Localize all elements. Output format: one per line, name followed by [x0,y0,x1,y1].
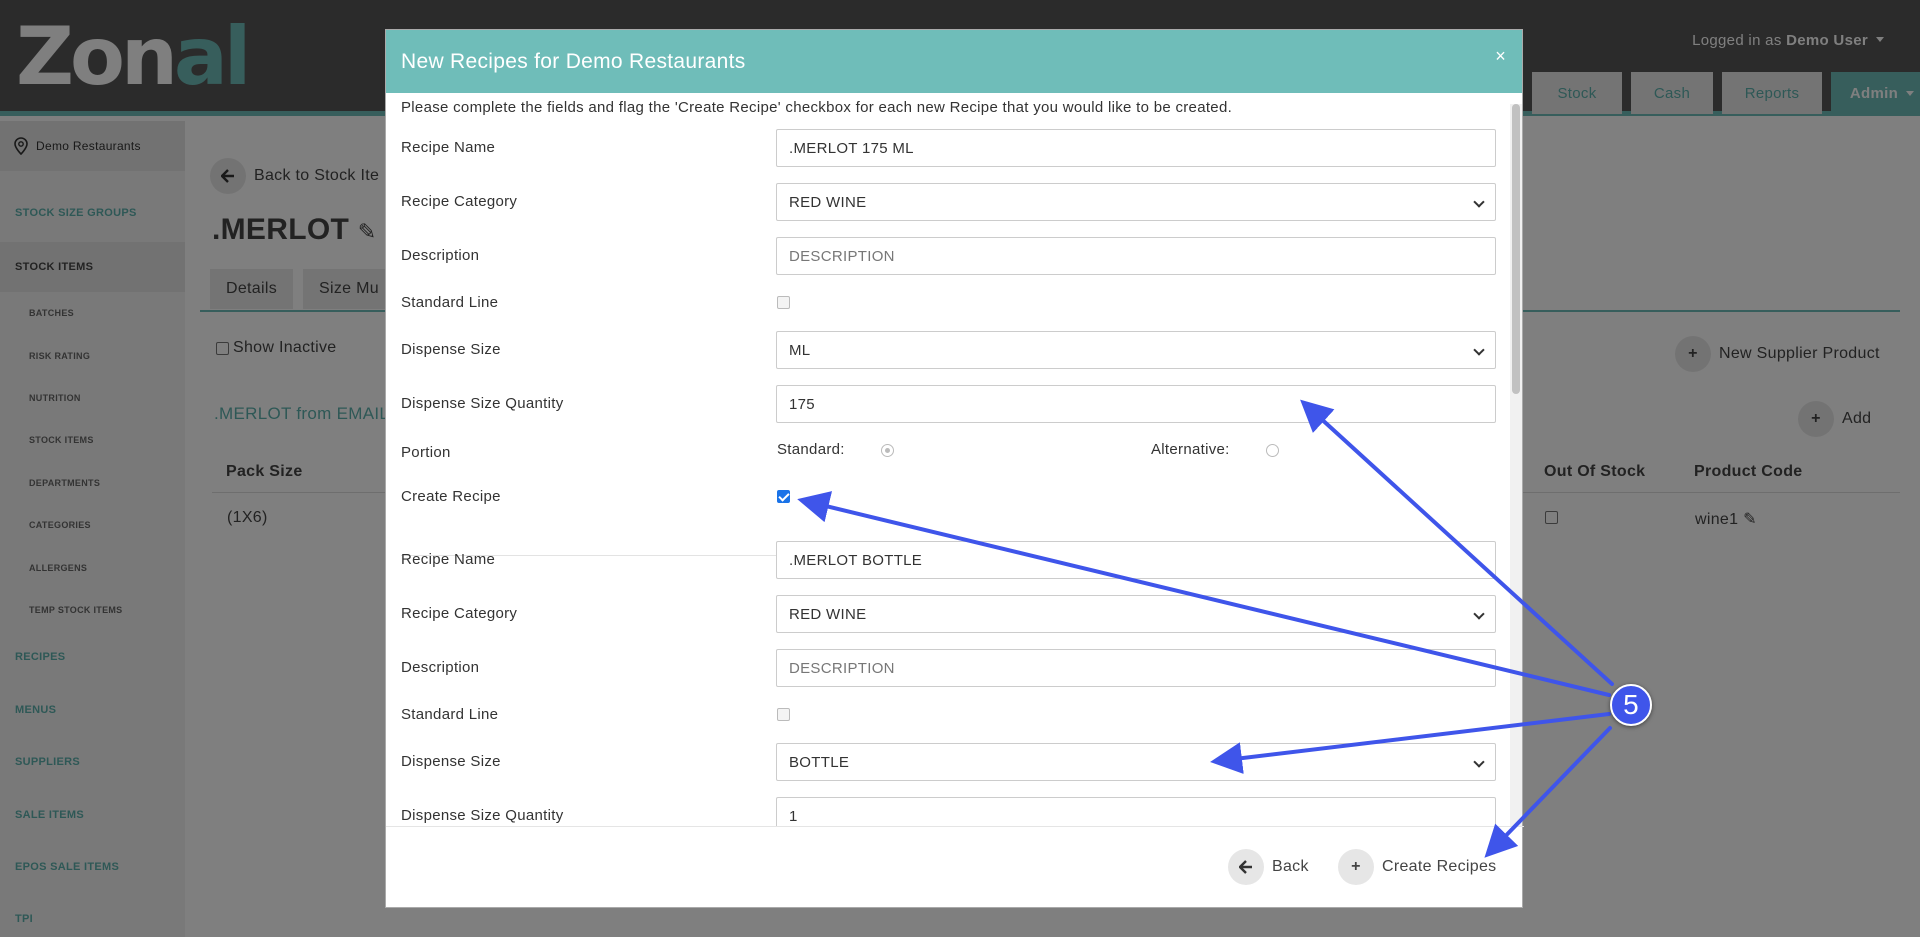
annotation-arrow [1300,399,1614,686]
annotation-arrow [1484,726,1612,858]
annotation-arrow [797,491,1611,697]
step-badge: 5 [1610,684,1652,726]
annotation-arrows [797,399,1614,858]
annotation-arrow [1210,712,1611,775]
